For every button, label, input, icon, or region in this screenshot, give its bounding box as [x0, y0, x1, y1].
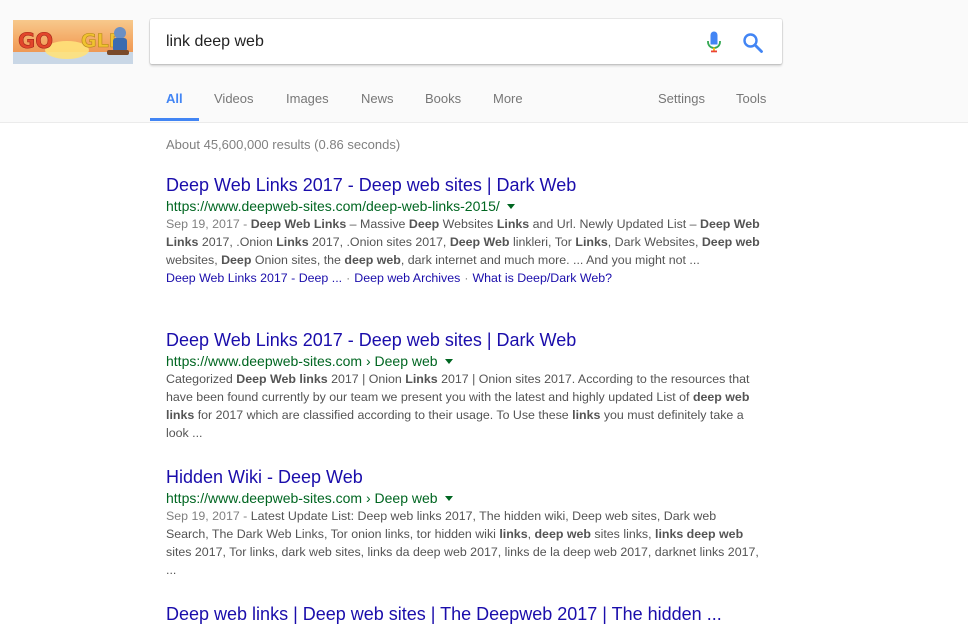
snippet-highlight: Deep web [701, 235, 760, 249]
tab-settings[interactable]: Settings [658, 91, 705, 106]
snippet-highlight: Deep Web [449, 235, 510, 249]
snippet-highlight: Links [496, 217, 530, 231]
search-result: Hidden Wiki - Deep Web https://www.deepw… [166, 466, 766, 579]
result-snippet: Categorized Deep Web links 2017 | Onion … [166, 370, 760, 442]
result-snippet: Sep 19, 2017 - Deep Web Links – Massive … [166, 215, 760, 269]
snippet-text: – Massive [346, 217, 409, 231]
tab-news[interactable]: News [361, 91, 394, 106]
result-snippet: Sep 19, 2017 - Latest Update List: Deep … [166, 507, 760, 579]
snippet-highlight: Links [276, 235, 309, 249]
result-sitelinks: Deep Web Links 2017 - Deep ... · Deep web … [166, 269, 766, 287]
snippet-highlight: deep web [344, 253, 401, 267]
snippet-text: for 2017 which are classified according … [194, 408, 573, 422]
snippet-highlight: links [572, 408, 601, 422]
sitelink[interactable]: Deep web Archives [354, 271, 460, 285]
snippet-text: sites links, [590, 527, 655, 541]
snippet-text: sites 2017, Tor links, dark web sites, l… [166, 545, 759, 577]
snippet-text: Onion sites, the [251, 253, 345, 267]
tab-books[interactable]: Books [425, 91, 461, 106]
search-input[interactable] [166, 29, 686, 54]
result-date: Sep 19, 2017 - [166, 217, 251, 231]
microphone-icon[interactable] [706, 31, 722, 53]
snippet-text: 2017 | Onion [327, 372, 406, 386]
result-url: https://www.deepweb-sites.com › Deep web [166, 489, 766, 507]
doodle-image: GO GLE [13, 20, 133, 64]
search-result: Deep web links | Deep web sites | The De… [166, 603, 766, 625]
snippet-text: Websites [439, 217, 497, 231]
snippet-highlight: Deep [221, 253, 252, 267]
snippet-text: websites, [166, 253, 222, 267]
sitelink-separator: · [346, 271, 351, 285]
search-result: Deep Web Links 2017 - Deep web sites | D… [166, 174, 766, 287]
result-title-link[interactable]: Deep web links | Deep web sites | The De… [166, 603, 766, 625]
caret-down-icon[interactable] [444, 359, 453, 364]
magnifier-icon[interactable] [742, 32, 764, 54]
result-title-link[interactable]: Hidden Wiki - Deep Web [166, 466, 766, 488]
result-date: Sep 19, 2017 - [166, 509, 251, 523]
sitelink-separator: · [464, 271, 469, 285]
tab-videos[interactable]: Videos [214, 91, 254, 106]
tab-images[interactable]: Images [286, 91, 329, 106]
snippet-highlight: links deep web [655, 527, 744, 541]
sitelink[interactable]: What is Deep/Dark Web? [472, 271, 612, 285]
snippet-text: linkleri, Tor [509, 235, 576, 249]
snippet-text: Categorized [166, 372, 237, 386]
snippet-text: 2017, .Onion [198, 235, 277, 249]
snippet-text: , Dark Websites, [607, 235, 702, 249]
snippet-highlight: links [499, 527, 528, 541]
snippet-highlight: Links [575, 235, 608, 249]
snippet-highlight: Links [405, 372, 438, 386]
snippet-text: 2017, .Onion sites 2017, [308, 235, 450, 249]
snippet-highlight: Deep [408, 217, 440, 231]
doodle-lettering: GO [18, 29, 53, 53]
result-title-link[interactable]: Deep Web Links 2017 - Deep web sites | D… [166, 174, 766, 196]
snippet-highlight: deep web [534, 527, 591, 541]
snippet-text: , dark internet and much more. ... And y… [400, 253, 700, 267]
search-header: GO GLE All Videos Images News Books More… [0, 0, 968, 123]
caret-down-icon[interactable] [444, 496, 453, 501]
tab-all[interactable]: All [166, 91, 183, 106]
caret-down-icon[interactable] [506, 204, 515, 209]
snippet-highlight: Deep Web links [236, 372, 328, 386]
result-title-link[interactable]: Deep Web Links 2017 - Deep web sites | D… [166, 329, 766, 351]
snippet-highlight: Deep Web Links [250, 217, 347, 231]
tab-more[interactable]: More [493, 91, 523, 106]
active-tab-indicator [150, 118, 199, 121]
sitelink[interactable]: Deep Web Links 2017 - Deep ... [166, 271, 342, 285]
tab-tools[interactable]: Tools [736, 91, 766, 106]
result-url-text: https://www.deepweb-sites.com › Deep web [166, 490, 438, 506]
result-url: https://www.deepweb-sites.com/deep-web-l… [166, 197, 766, 215]
search-box [150, 19, 782, 64]
google-doodle-logo[interactable]: GO GLE [13, 20, 133, 64]
result-url-text: https://www.deepweb-sites.com/deep-web-l… [166, 198, 500, 214]
search-result: Deep Web Links 2017 - Deep web sites | D… [166, 329, 766, 442]
snippet-text: and Url. Newly Updated List – [529, 217, 700, 231]
result-stats: About 45,600,000 results (0.86 seconds) [166, 137, 401, 152]
result-url: https://www.deepweb-sites.com › Deep web [166, 352, 766, 370]
result-url-text: https://www.deepweb-sites.com › Deep web [166, 353, 438, 369]
